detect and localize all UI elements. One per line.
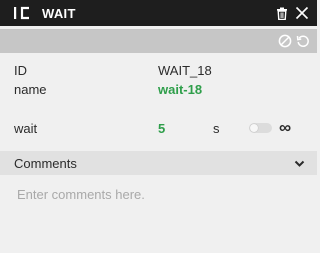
chevron-down-icon[interactable]	[294, 156, 305, 171]
panel-title: WAIT	[42, 5, 76, 21]
name-field[interactable]: wait-18	[158, 82, 202, 97]
wait-duration-field[interactable]: 5	[158, 121, 165, 136]
trash-icon[interactable]	[276, 7, 288, 20]
id-row: ID WAIT_18	[0, 62, 317, 78]
logo-icon	[13, 6, 33, 20]
action-toolbar	[0, 29, 317, 53]
comments-title: Comments	[14, 155, 77, 171]
wait-label: wait	[14, 120, 38, 136]
wait-properties-panel: WAIT ID WAIT_18 name wait-18 wait 5 s ∞ …	[0, 0, 317, 253]
reset-icon[interactable]	[296, 34, 310, 48]
comments-textarea[interactable]	[0, 178, 317, 253]
id-value: WAIT_18	[158, 62, 212, 78]
id-label: ID	[14, 62, 27, 78]
title-actions	[276, 6, 309, 20]
wait-unit-label: s	[213, 120, 220, 136]
wait-row: wait 5 s ∞	[0, 118, 317, 137]
name-label: name	[14, 81, 47, 97]
infinity-icon: ∞	[279, 118, 292, 137]
title-bar: WAIT	[0, 0, 317, 26]
disable-icon[interactable]	[278, 34, 292, 48]
infinite-wait-toggle[interactable]	[249, 123, 272, 133]
name-row: name wait-18	[0, 81, 317, 97]
comments-section-header[interactable]: Comments	[0, 151, 317, 175]
close-icon[interactable]	[295, 6, 309, 20]
